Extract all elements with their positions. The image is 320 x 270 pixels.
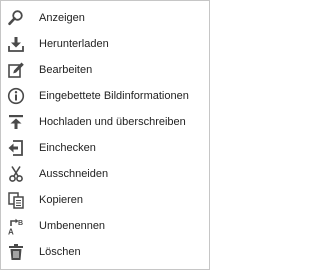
menu-item-label: Bearbeiten	[39, 64, 93, 76]
menu-item-edit[interactable]: Bearbeiten	[1, 57, 209, 83]
menu-item-label: Hochladen und überschreiben	[39, 116, 186, 128]
check-in-icon	[6, 138, 26, 158]
menu-item-copy[interactable]: Kopieren	[1, 187, 209, 213]
menu-item-upload-overwrite[interactable]: Hochladen und überschreiben	[1, 109, 209, 135]
trash-icon	[6, 242, 26, 262]
upload-icon	[6, 112, 26, 132]
context-menu: Anzeigen Herunterladen Bearbeiten Eingeb…	[0, 0, 210, 270]
menu-item-label: Umbenennen	[39, 220, 106, 232]
scissors-icon	[6, 164, 26, 184]
menu-item-label: Herunterladen	[39, 38, 109, 50]
menu-item-label: Löschen	[39, 246, 81, 258]
menu-item-cut[interactable]: Ausschneiden	[1, 161, 209, 187]
svg-text:A: A	[8, 228, 14, 236]
menu-item-check-in[interactable]: Einchecken	[1, 135, 209, 161]
download-icon	[6, 34, 26, 54]
menu-item-label: Kopieren	[39, 194, 84, 206]
rename-icon: B A	[6, 216, 26, 236]
menu-item-rename[interactable]: B A Umbenennen	[1, 213, 209, 239]
svg-text:B: B	[18, 220, 23, 227]
copy-icon	[6, 190, 26, 210]
menu-item-embedded-info[interactable]: Eingebettete Bildinformationen	[1, 83, 209, 109]
menu-item-download[interactable]: Herunterladen	[1, 31, 209, 57]
info-icon	[6, 86, 26, 106]
menu-item-view[interactable]: Anzeigen	[1, 5, 209, 31]
menu-item-delete[interactable]: Löschen	[1, 239, 209, 265]
menu-item-label: Ausschneiden	[39, 168, 109, 180]
edit-icon	[6, 60, 26, 80]
menu-item-label: Anzeigen	[39, 12, 85, 24]
magnifier-icon	[6, 8, 26, 28]
menu-item-label: Einchecken	[39, 142, 96, 154]
menu-item-label: Eingebettete Bildinformationen	[39, 90, 189, 102]
